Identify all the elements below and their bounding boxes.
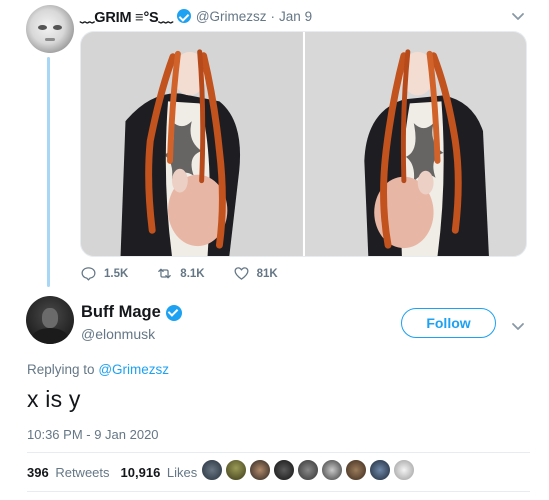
verified-badge-icon (176, 9, 191, 23)
like-count: 81K (256, 267, 278, 280)
likes-count: 10,916 (120, 465, 161, 480)
replying-to-link[interactable]: @Grimezsz (98, 362, 169, 377)
parent-display-name[interactable]: ﹏GRIM ≡°S﹏ (80, 6, 173, 27)
thread-connector-line (47, 57, 50, 287)
retweets-count: 396 (27, 465, 49, 480)
parent-photo-grid[interactable] (80, 31, 527, 257)
parent-handle[interactable]: @Grimezsz (196, 9, 267, 24)
liker-avatars[interactable] (201, 459, 417, 481)
retweet-icon (158, 268, 172, 279)
tweet-text: x is y (27, 386, 81, 412)
reply-icon (81, 267, 96, 281)
parent-date[interactable]: Jan 9 (279, 9, 312, 24)
parent-tweet-actions: 1.5K 8.1K 81K (80, 265, 306, 282)
divider (27, 491, 530, 492)
reply-action[interactable]: 1.5K (80, 265, 128, 282)
tweet-display-name[interactable]: Buff Mage (81, 303, 161, 322)
reply-count: 1.5K (104, 267, 129, 280)
liker-avatar[interactable] (273, 459, 295, 481)
liker-avatar[interactable] (201, 459, 223, 481)
like-action[interactable]: 81K (233, 265, 278, 282)
verified-badge-icon (165, 304, 182, 321)
chevron-down-icon[interactable] (508, 316, 528, 336)
header-separator: · (270, 8, 276, 24)
retweets-label: Retweets (55, 465, 110, 480)
tweet-handle[interactable]: @elonmusk (81, 326, 155, 342)
tweet-timestamp[interactable]: 10:36 PM - 9 Jan 2020 (27, 427, 159, 442)
parent-tweet-header: ﹏GRIM ≡°S﹏ @Grimezsz · Jan 9 (80, 6, 312, 27)
retweet-count: 8.1K (180, 267, 205, 280)
replying-prefix: Replying to (27, 362, 95, 377)
liker-avatar[interactable] (321, 459, 343, 481)
liker-avatar[interactable] (369, 459, 391, 481)
liker-avatar[interactable] (225, 459, 247, 481)
retweets-stat[interactable]: 396 Retweets (27, 465, 110, 480)
liker-avatar[interactable] (297, 459, 319, 481)
photo-right[interactable] (304, 32, 526, 256)
divider (27, 452, 530, 453)
retweet-action[interactable]: 8.1K (156, 265, 205, 282)
tweet-author-name-row: Buff Mage (81, 303, 182, 322)
grimes-avatar[interactable] (26, 5, 74, 53)
tweet-stats: 396 Retweets 10,916 Likes (27, 465, 208, 480)
elon-avatar[interactable] (26, 296, 74, 344)
follow-button[interactable]: Follow (401, 308, 496, 338)
liker-avatar[interactable] (345, 459, 367, 481)
likes-label: Likes (166, 465, 198, 480)
liker-avatar[interactable] (249, 459, 271, 481)
liker-avatar[interactable] (393, 459, 415, 481)
replying-to-line: Replying to @Grimezsz (27, 362, 169, 377)
like-icon (234, 267, 249, 280)
photo-left[interactable] (81, 32, 303, 256)
likes-stat[interactable]: 10,916 Likes (121, 465, 198, 480)
chevron-down-icon[interactable] (508, 6, 528, 26)
